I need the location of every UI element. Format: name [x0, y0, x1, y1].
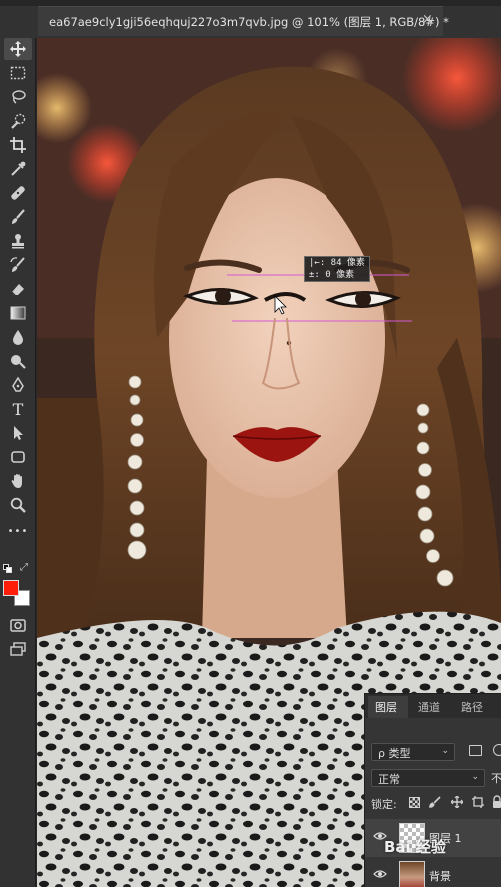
swap-colors-icon[interactable]: ⤢ [20, 562, 28, 573]
shape-tool-icon[interactable] [4, 446, 32, 468]
tab-channels[interactable]: 通道 [418, 699, 440, 715]
blend-row: 正常 ⌄ 不 [365, 765, 501, 791]
crop-tool-icon[interactable] [4, 134, 32, 156]
opacity-label: 不 [491, 772, 501, 785]
lock-all-icon[interactable] [492, 795, 501, 808]
layer-filter-select[interactable]: ρ 类型 ⌄ [371, 743, 455, 761]
default-colors-icon[interactable] [3, 564, 13, 574]
measure-offset-text: ±: 0 像素 [309, 270, 355, 280]
tab-paths[interactable]: 路径 [461, 699, 483, 715]
document-tab[interactable]: ea67ae9cly1gji56eqhquj227o3m7qvb.jpg @ 1… [38, 6, 449, 36]
foreground-color-swatch[interactable] [3, 580, 19, 596]
dodge-tool-icon[interactable] [4, 350, 32, 372]
blend-mode-label: 正常 [378, 773, 400, 786]
lock-transparency-icon[interactable] [409, 797, 420, 808]
layer-filter-label: ρ 类型 [378, 747, 411, 760]
document-tab-title: ea67ae9cly1gji56eqhquj227o3m7qvb.jpg @ 1… [49, 15, 449, 29]
lock-row: 锁定: [365, 791, 501, 817]
layer-name[interactable]: 背景 [429, 868, 451, 884]
blend-mode-select[interactable]: 正常 ⌄ [371, 769, 485, 787]
background-thumbnail [399, 861, 425, 887]
lock-artboard-icon[interactable] [472, 796, 484, 808]
marquee-tool-icon[interactable] [4, 62, 32, 84]
chevron-down-icon: ⌄ [471, 772, 479, 782]
layer-row-background[interactable]: 背景 [365, 857, 501, 887]
gradient-tool-icon[interactable] [4, 302, 32, 324]
blur-tool-icon[interactable] [4, 326, 32, 348]
screen-mode-icon[interactable] [4, 638, 32, 660]
filter-row: ρ 类型 ⌄ [365, 739, 501, 765]
eye-icon[interactable] [373, 869, 387, 879]
quick-mask-icon[interactable] [4, 614, 32, 636]
more-tools-icon[interactable]: ••• [4, 520, 32, 542]
lock-label: 锁定: [371, 798, 397, 811]
quick-select-tool-icon[interactable] [4, 110, 32, 132]
more-tools-label: ••• [7, 525, 29, 537]
pen-tool-icon[interactable] [4, 374, 32, 396]
healing-brush-tool-icon[interactable] [4, 182, 32, 204]
lock-position-icon[interactable] [451, 796, 463, 808]
brush-tool-icon[interactable] [4, 206, 32, 228]
lock-pixels-icon[interactable] [429, 796, 441, 808]
close-icon[interactable]: × [422, 12, 433, 27]
layers-panel: 图层 通道 路径 ρ 类型 ⌄ 正常 ⌄ 不 锁定: 图层 1 背景 [364, 693, 501, 887]
image-filter-icon[interactable] [469, 745, 482, 756]
document-tab-bar: ea67ae9cly1gji56eqhquj227o3m7qvb.jpg @ 1… [0, 0, 501, 38]
zoom-tool-icon[interactable] [4, 494, 32, 516]
panel-tabs: 图层 通道 路径 [365, 694, 501, 718]
lasso-tool-icon[interactable] [4, 86, 32, 108]
tools-panel: T ••• ⤢ [0, 38, 36, 887]
tab-layers[interactable]: 图层 [375, 699, 397, 715]
type-tool-icon[interactable]: T [4, 398, 32, 420]
type-tool-label: T [12, 399, 24, 419]
move-tool-icon[interactable] [4, 38, 32, 60]
path-select-tool-icon[interactable] [4, 422, 32, 444]
watermark-logo: Bai 经验 [384, 838, 446, 856]
adjustment-filter-icon[interactable] [493, 744, 501, 756]
measure-tooltip: |←: 84 像素 ±: 0 像素 [304, 256, 370, 282]
clone-stamp-tool-icon[interactable] [4, 230, 32, 252]
hand-tool-icon[interactable] [4, 470, 32, 492]
eraser-tool-icon[interactable] [4, 278, 32, 300]
history-brush-tool-icon[interactable] [4, 254, 32, 276]
chevron-down-icon: ⌄ [441, 746, 449, 756]
eyedropper-tool-icon[interactable] [4, 158, 32, 180]
measure-distance-text: |←: 84 像素 [309, 258, 365, 268]
